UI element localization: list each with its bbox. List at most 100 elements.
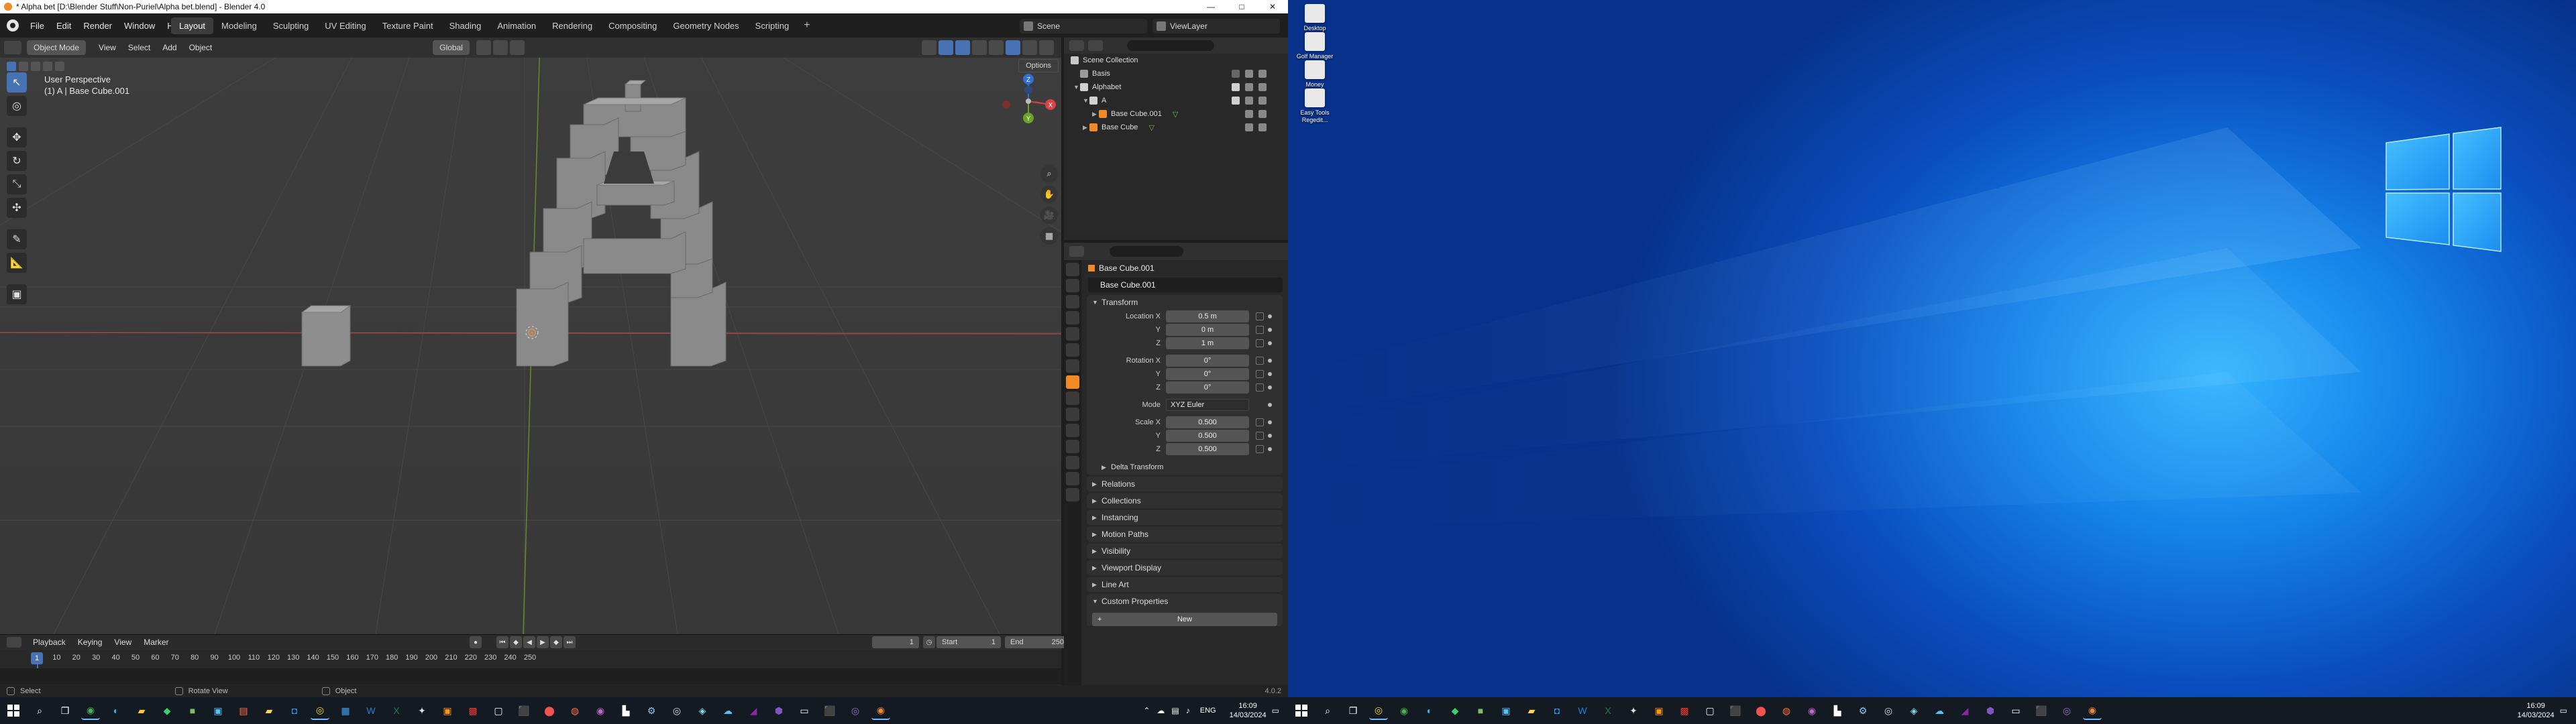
desktop-icon-golf-manager[interactable]: Golf Manager [1295,32,1335,60]
task-view-icon[interactable]: ❐ [56,701,74,720]
physics-tab-icon[interactable] [1066,424,1079,437]
menu-keying[interactable]: Keying [72,638,109,647]
visibility-panel[interactable]: ▶ Visibility [1087,544,1283,558]
rotation-x-field[interactable]: 0° [1166,355,1249,367]
app-icon[interactable]: ◉ [1803,701,1821,720]
3d-viewport[interactable]: Object Mode View Select Add Object Globa… [0,38,1061,634]
app-icon[interactable]: ▭ [795,701,814,720]
wireframe-shading-icon[interactable] [989,40,1004,55]
material-tab-icon[interactable] [1066,472,1079,485]
mesh-data-icon[interactable]: ▽ [1148,123,1154,132]
solid-shading-icon[interactable] [1006,40,1020,55]
app-icon[interactable]: ◎ [1369,701,1388,720]
tab-texture-paint[interactable]: Texture Paint [374,17,441,34]
search-icon[interactable]: ⌕ [30,701,49,720]
app-icon[interactable]: ☁ [718,701,737,720]
lock-icon[interactable] [1256,370,1264,378]
keyframe-dot-icon[interactable] [1268,359,1272,363]
scene-selector[interactable]: Scene [1020,19,1147,34]
eye-icon[interactable] [1245,97,1253,105]
outliner-editor-type-button[interactable] [1069,40,1084,51]
menu-timeline-view[interactable]: View [108,638,138,647]
eye-icon[interactable] [1245,110,1253,118]
app-icon[interactable]: ◈ [693,701,712,720]
checkbox-icon[interactable] [1232,97,1240,105]
expand-arrow-icon[interactable]: ▶ [1092,111,1099,118]
menu-window[interactable]: Window [118,21,161,31]
steam-icon[interactable]: ◎ [1879,701,1898,720]
chrome-icon[interactable]: ◉ [1395,701,1413,720]
app-icon[interactable]: ◘ [285,701,304,720]
options-button[interactable]: Options [1018,59,1059,72]
blender-menu-icon[interactable] [7,19,19,32]
pivot-icon[interactable] [476,40,491,55]
visibility-icon[interactable] [922,40,936,55]
prev-key-icon[interactable]: ◆ [510,636,522,648]
tab-uv-editing[interactable]: UV Editing [317,17,374,34]
app-icon[interactable]: ▦ [336,701,355,720]
app-icon[interactable]: ▢ [489,701,508,720]
keyframe-dot-icon[interactable] [1268,447,1272,451]
outliner-row-a[interactable]: ▼ A [1064,94,1288,107]
file-explorer-icon[interactable]: ▰ [132,701,151,720]
overlay-toggle-icon[interactable] [955,40,970,55]
app-icon[interactable]: ⬢ [1981,701,2000,720]
line-art-panel[interactable]: ▶ Line Art [1087,577,1283,592]
outliner-row-scene-collection[interactable]: Scene Collection [1064,54,1288,67]
start-button-secondary[interactable] [1288,697,1315,724]
scene-tab-icon[interactable] [1066,327,1079,341]
eye-icon[interactable] [1245,70,1253,78]
measure-tool-icon[interactable]: 📐 [7,253,27,273]
app-icon[interactable]: ◈ [1904,701,1923,720]
camera-icon[interactable] [1258,110,1267,118]
app-icon[interactable]: ■ [1471,701,1490,720]
expand-arrow-icon[interactable]: ▶ [1083,124,1089,131]
xray-icon[interactable] [972,40,987,55]
minimize-button[interactable]: — [1195,0,1226,13]
select-extend-icon[interactable] [19,62,28,71]
select-new-icon[interactable] [7,62,16,71]
tab-rendering[interactable]: Rendering [544,17,600,34]
lock-icon[interactable] [1256,357,1264,365]
app-icon[interactable]: ▩ [1675,701,1694,720]
current-frame-field[interactable]: 1 [872,636,919,648]
app-icon[interactable]: ▣ [209,701,227,720]
output-tab-icon[interactable] [1066,295,1079,308]
checkbox-icon[interactable] [1232,83,1240,91]
texture-tab-icon[interactable] [1066,488,1079,501]
transform-tool-icon[interactable]: ✣ [7,198,27,218]
app-icon[interactable]: ◍ [1777,701,1796,720]
material-shading-icon[interactable] [1022,40,1037,55]
view-layer-selector[interactable]: ViewLayer [1152,19,1280,34]
particles-tab-icon[interactable] [1066,408,1079,421]
expand-arrow-icon[interactable]: ▼ [1073,84,1080,90]
app-icon[interactable]: ◘ [1548,701,1566,720]
outliner-display-mode-button[interactable] [1088,40,1103,51]
view-layer-tab-icon[interactable] [1066,311,1079,324]
app-icon[interactable]: ⬛ [515,701,533,720]
app-icon[interactable]: ⬤ [1752,701,1770,720]
timeline-track[interactable] [0,668,1061,684]
rotation-y-field[interactable]: 0° [1166,368,1249,380]
outliner-row-base-cube[interactable]: ▶ Base Cube ▽ [1064,121,1288,134]
tab-compositing[interactable]: Compositing [600,17,665,34]
checkbox-icon[interactable] [1232,70,1240,78]
app-icon[interactable]: ✦ [413,701,431,720]
properties-editor-type-button[interactable] [1069,246,1084,257]
lock-icon[interactable] [1256,432,1264,440]
maximize-button[interactable]: □ [1226,0,1257,13]
keyframe-dot-icon[interactable] [1268,434,1272,438]
orientation-dropdown[interactable]: Global [433,40,470,55]
notifications-icon[interactable]: ▭ [1272,706,1279,715]
app-icon[interactable]: ▣ [1497,701,1515,720]
app-icon[interactable]: ◆ [158,701,176,720]
constraints-tab-icon[interactable] [1066,440,1079,453]
steam-icon[interactable]: ◎ [667,701,686,720]
location-x-field[interactable]: 0.5 m [1166,310,1249,322]
app-icon[interactable]: ◎ [311,701,329,720]
tab-layout[interactable]: Layout [171,17,214,34]
select-subtract-icon[interactable] [31,62,40,71]
navigation-gizmo[interactable]: Z X Y [998,71,1059,131]
app-icon[interactable]: ⬤ [540,701,559,720]
outliner-search-input[interactable] [1127,40,1214,51]
